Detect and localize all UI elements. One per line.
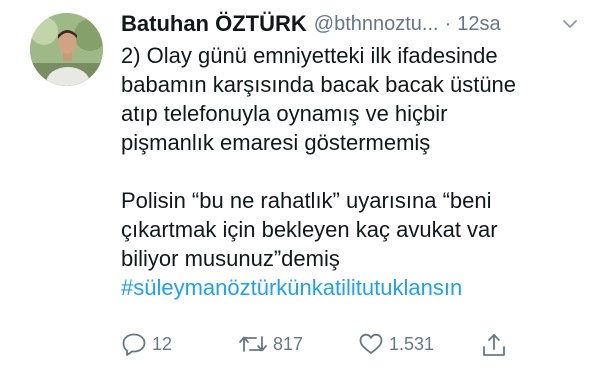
tweet-line: Polisin “bu ne rahatlık” uyarısına “beni xyxy=(121,188,492,213)
hashtag-link[interactable]: #süleymanöztürkünkatilitutuklansın xyxy=(121,273,591,302)
retweet-button[interactable]: 817 xyxy=(238,332,303,356)
chevron-down-icon[interactable] xyxy=(560,14,580,34)
like-button[interactable]: 1.531 xyxy=(358,332,434,356)
retweet-icon xyxy=(239,336,267,352)
reply-icon xyxy=(122,333,146,356)
avatar[interactable] xyxy=(30,13,103,86)
reply-button[interactable]: 12 xyxy=(121,332,172,356)
tweet-text: 2) Olay günü emniyetteki ilk ifadesinde … xyxy=(121,41,591,302)
share-button[interactable] xyxy=(481,332,507,358)
tweet-line: biliyor musunuz”demiş xyxy=(121,246,340,271)
tweet-actions: 12 817 1.531 xyxy=(121,332,591,362)
like-count: 1.531 xyxy=(389,333,435,354)
tweet-line: babamın karşısında bacak bacak üstüne xyxy=(121,72,517,97)
separator-dot: · xyxy=(444,12,452,35)
retweet-count: 817 xyxy=(273,333,304,354)
avatar-photo xyxy=(30,13,103,86)
tweet-line: atıp telefonuyla oynamış ve hiçbir xyxy=(121,101,448,126)
tweet-line: pişmanlık emaresi göstermemiş xyxy=(121,130,431,155)
author-name[interactable]: Batuhan ÖZTÜRK xyxy=(121,11,307,37)
tweet-line: 2) Olay günü emniyetteki ilk ifadesinde xyxy=(121,43,498,68)
reply-count: 12 xyxy=(152,333,173,354)
tweet-header: Batuhan ÖZTÜRK @bthnnoztu... · 12sa xyxy=(121,8,586,40)
like-icon xyxy=(359,333,383,354)
timestamp[interactable]: 12sa xyxy=(457,13,500,36)
author-handle[interactable]: @bthnnoztu... xyxy=(314,13,439,36)
tweet-line: çıkartmak için bekleyen kaç avukat var xyxy=(121,217,498,242)
share-icon xyxy=(483,334,505,356)
